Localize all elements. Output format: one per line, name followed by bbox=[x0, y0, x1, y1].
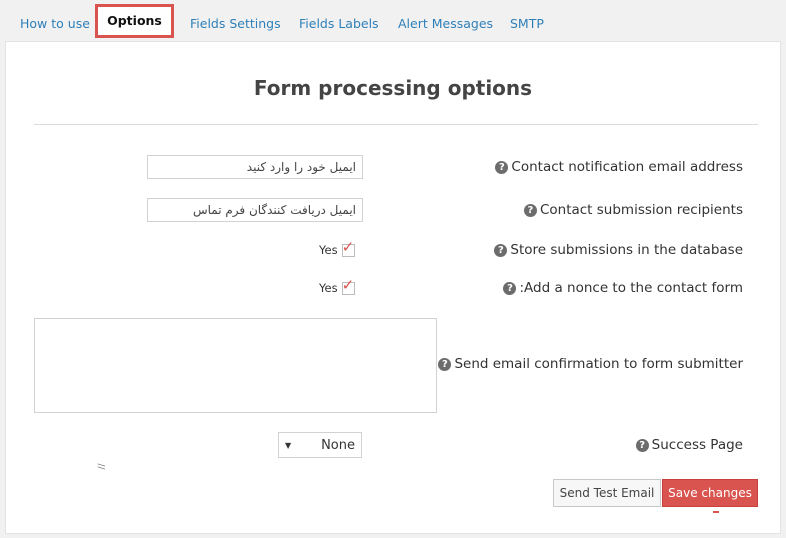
tab-smtp[interactable]: SMTP bbox=[510, 16, 544, 31]
nonce-label: ?:Add a nonce to the contact form bbox=[503, 280, 743, 296]
checkbox-box[interactable]: ✓ bbox=[341, 239, 355, 257]
tab-bar: How to use Options Fields Settings Field… bbox=[0, 0, 786, 42]
help-circle-icon[interactable]: ? bbox=[635, 439, 649, 452]
notification-email-label-text: Contact notification email address bbox=[511, 159, 743, 175]
focus-indicator bbox=[713, 511, 719, 513]
tab-fields-settings[interactable]: Fields Settings bbox=[190, 16, 281, 31]
nonce-checkbox[interactable]: Yes ✓ bbox=[319, 277, 355, 295]
success-page-label-text: Success Page bbox=[651, 437, 743, 453]
tab-alert-messages[interactable]: Alert Messages bbox=[398, 16, 493, 31]
checkbox-box[interactable]: ✓ bbox=[341, 277, 355, 295]
tab-fields-labels[interactable]: Fields Labels bbox=[299, 16, 379, 31]
confirmation-label: ? Send email confirmation to form submitt… bbox=[438, 356, 743, 372]
nonce-label-text: :Add a nonce to the contact form bbox=[519, 280, 743, 296]
notification-email-input[interactable] bbox=[147, 155, 363, 179]
success-page-select[interactable]: ▼ None bbox=[278, 432, 362, 458]
help-circle-icon[interactable]: ? bbox=[523, 204, 537, 217]
save-changes-button[interactable]: Save changes bbox=[662, 479, 758, 507]
recipients-input[interactable] bbox=[147, 198, 363, 222]
page-title: Form processing options bbox=[253, 76, 533, 100]
checkmark-icon: ✓ bbox=[341, 275, 355, 294]
success-page-selected: None bbox=[321, 437, 355, 453]
help-circle-icon[interactable]: ? bbox=[495, 161, 509, 174]
store-submissions-yes-label: Yes bbox=[319, 243, 338, 257]
checkmark-icon: ✓ bbox=[341, 237, 355, 256]
nonce-yes-label: Yes bbox=[319, 281, 338, 295]
confirmation-textarea[interactable] bbox=[34, 318, 437, 413]
confirmation-label-text: Send email confirmation to form submitte… bbox=[454, 356, 743, 372]
help-circle-icon[interactable]: ? bbox=[503, 282, 517, 295]
resize-grip-icon[interactable]: // bbox=[0, 463, 106, 469]
send-test-email-button[interactable]: Send Test Email bbox=[553, 479, 661, 507]
recipients-label-text: Contact submission recipients bbox=[539, 202, 743, 218]
recipients-label: ? Contact submission recipients bbox=[523, 202, 743, 218]
divider bbox=[34, 124, 758, 125]
store-submissions-label: ? Store submissions in the database bbox=[494, 242, 743, 258]
store-submissions-label-text: Store submissions in the database bbox=[510, 242, 743, 258]
help-circle-icon[interactable]: ? bbox=[494, 244, 508, 257]
caret-down-icon: ▼ bbox=[285, 440, 292, 450]
tab-how-to-use[interactable]: How to use bbox=[20, 16, 90, 31]
notification-email-label: ? Contact notification email address bbox=[495, 159, 743, 175]
tab-options[interactable]: Options bbox=[95, 4, 174, 38]
store-submissions-checkbox[interactable]: Yes ✓ bbox=[319, 239, 355, 257]
options-panel: Form processing options ?Contact notific… bbox=[5, 41, 781, 534]
success-page-label: ? Success Page bbox=[635, 437, 743, 453]
help-circle-icon[interactable]: ? bbox=[438, 358, 452, 371]
